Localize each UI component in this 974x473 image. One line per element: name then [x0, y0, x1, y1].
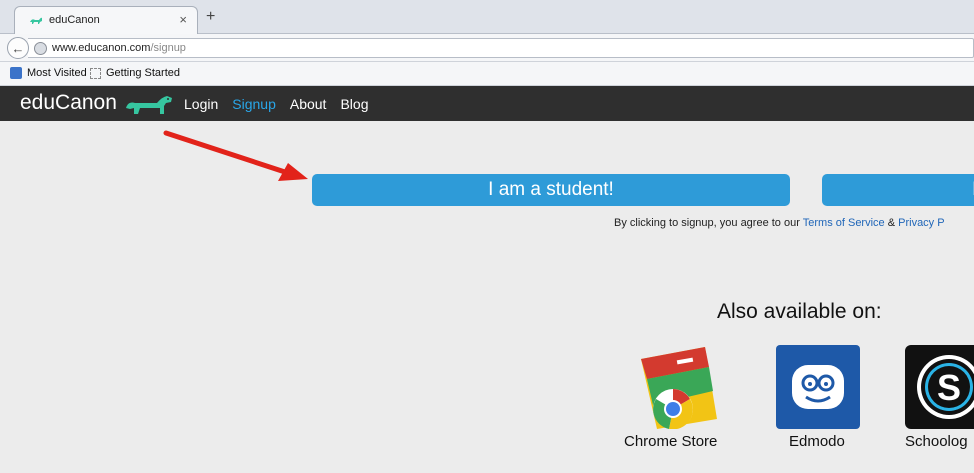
student-signup-button[interactable]: I am a student! — [312, 174, 790, 206]
terms-of-service-link[interactable]: Terms of Service — [803, 217, 885, 229]
browser-tabbar: eduCanon × + — [0, 0, 974, 35]
bookmarks-bar: Most Visited Getting Started — [0, 62, 974, 86]
bookmark-page-icon — [90, 67, 101, 79]
teacher-signup-button[interactable]: I — [822, 174, 974, 206]
dachshund-logo-icon — [126, 96, 172, 114]
edmodo-link[interactable]: Edmodo — [776, 345, 860, 450]
schoology-icon: S — [905, 345, 974, 429]
close-tab-icon[interactable]: × — [179, 12, 187, 27]
browser-navbar: www.educanon.com/signup ← — [0, 34, 974, 62]
bookmark-label: Getting Started — [106, 67, 180, 79]
terms-prefix: By clicking to signup, you agree to our — [614, 217, 803, 229]
chrome-store-icon — [641, 347, 717, 430]
back-button[interactable]: ← — [7, 37, 29, 59]
chrome-store-label: Chrome Store — [624, 433, 718, 450]
dog-favicon-icon — [30, 17, 42, 24]
site-nav: Login Signup About Blog — [184, 96, 368, 112]
chrome-store-link[interactable]: Chrome Store — [624, 345, 719, 450]
edmodo-label: Edmodo — [789, 433, 845, 450]
nav-about[interactable]: About — [290, 96, 327, 112]
globe-icon — [34, 42, 47, 55]
schoology-link[interactable]: S Schoolog — [905, 345, 974, 450]
edmodo-icon — [776, 345, 860, 429]
tab-title: eduCanon — [49, 14, 100, 26]
svg-text:S: S — [937, 367, 961, 408]
bookmark-most-visited[interactable]: Most Visited — [10, 67, 87, 79]
most-visited-icon — [10, 67, 22, 79]
red-arrow-annotation — [163, 130, 308, 181]
terms-and: & — [884, 217, 899, 229]
nav-blog[interactable]: Blog — [340, 96, 368, 112]
site-header: eduCanon Login Signup About Blog — [0, 86, 974, 121]
url-text: www.educanon.com/signup — [52, 42, 186, 54]
browser-tab[interactable]: eduCanon × — [14, 6, 198, 35]
nav-login[interactable]: Login — [184, 96, 218, 112]
back-arrow-icon: ← — [11, 40, 25, 56]
new-tab-button[interactable]: + — [206, 9, 215, 25]
nav-signup[interactable]: Signup — [232, 96, 276, 112]
privacy-policy-link[interactable]: Privacy P — [898, 217, 944, 229]
bookmark-label: Most Visited — [27, 67, 87, 79]
bookmark-getting-started[interactable]: Getting Started — [90, 67, 180, 79]
schoology-label: Schoolog — [905, 433, 968, 450]
terms-notice: By clicking to signup, you agree to our … — [614, 217, 945, 229]
also-available-heading: Also available on: — [717, 300, 882, 323]
url-path: /signup — [150, 42, 186, 54]
site-brand[interactable]: eduCanon — [20, 91, 117, 115]
address-bar[interactable]: www.educanon.com/signup — [28, 38, 974, 58]
url-host: www.educanon.com — [52, 42, 151, 54]
